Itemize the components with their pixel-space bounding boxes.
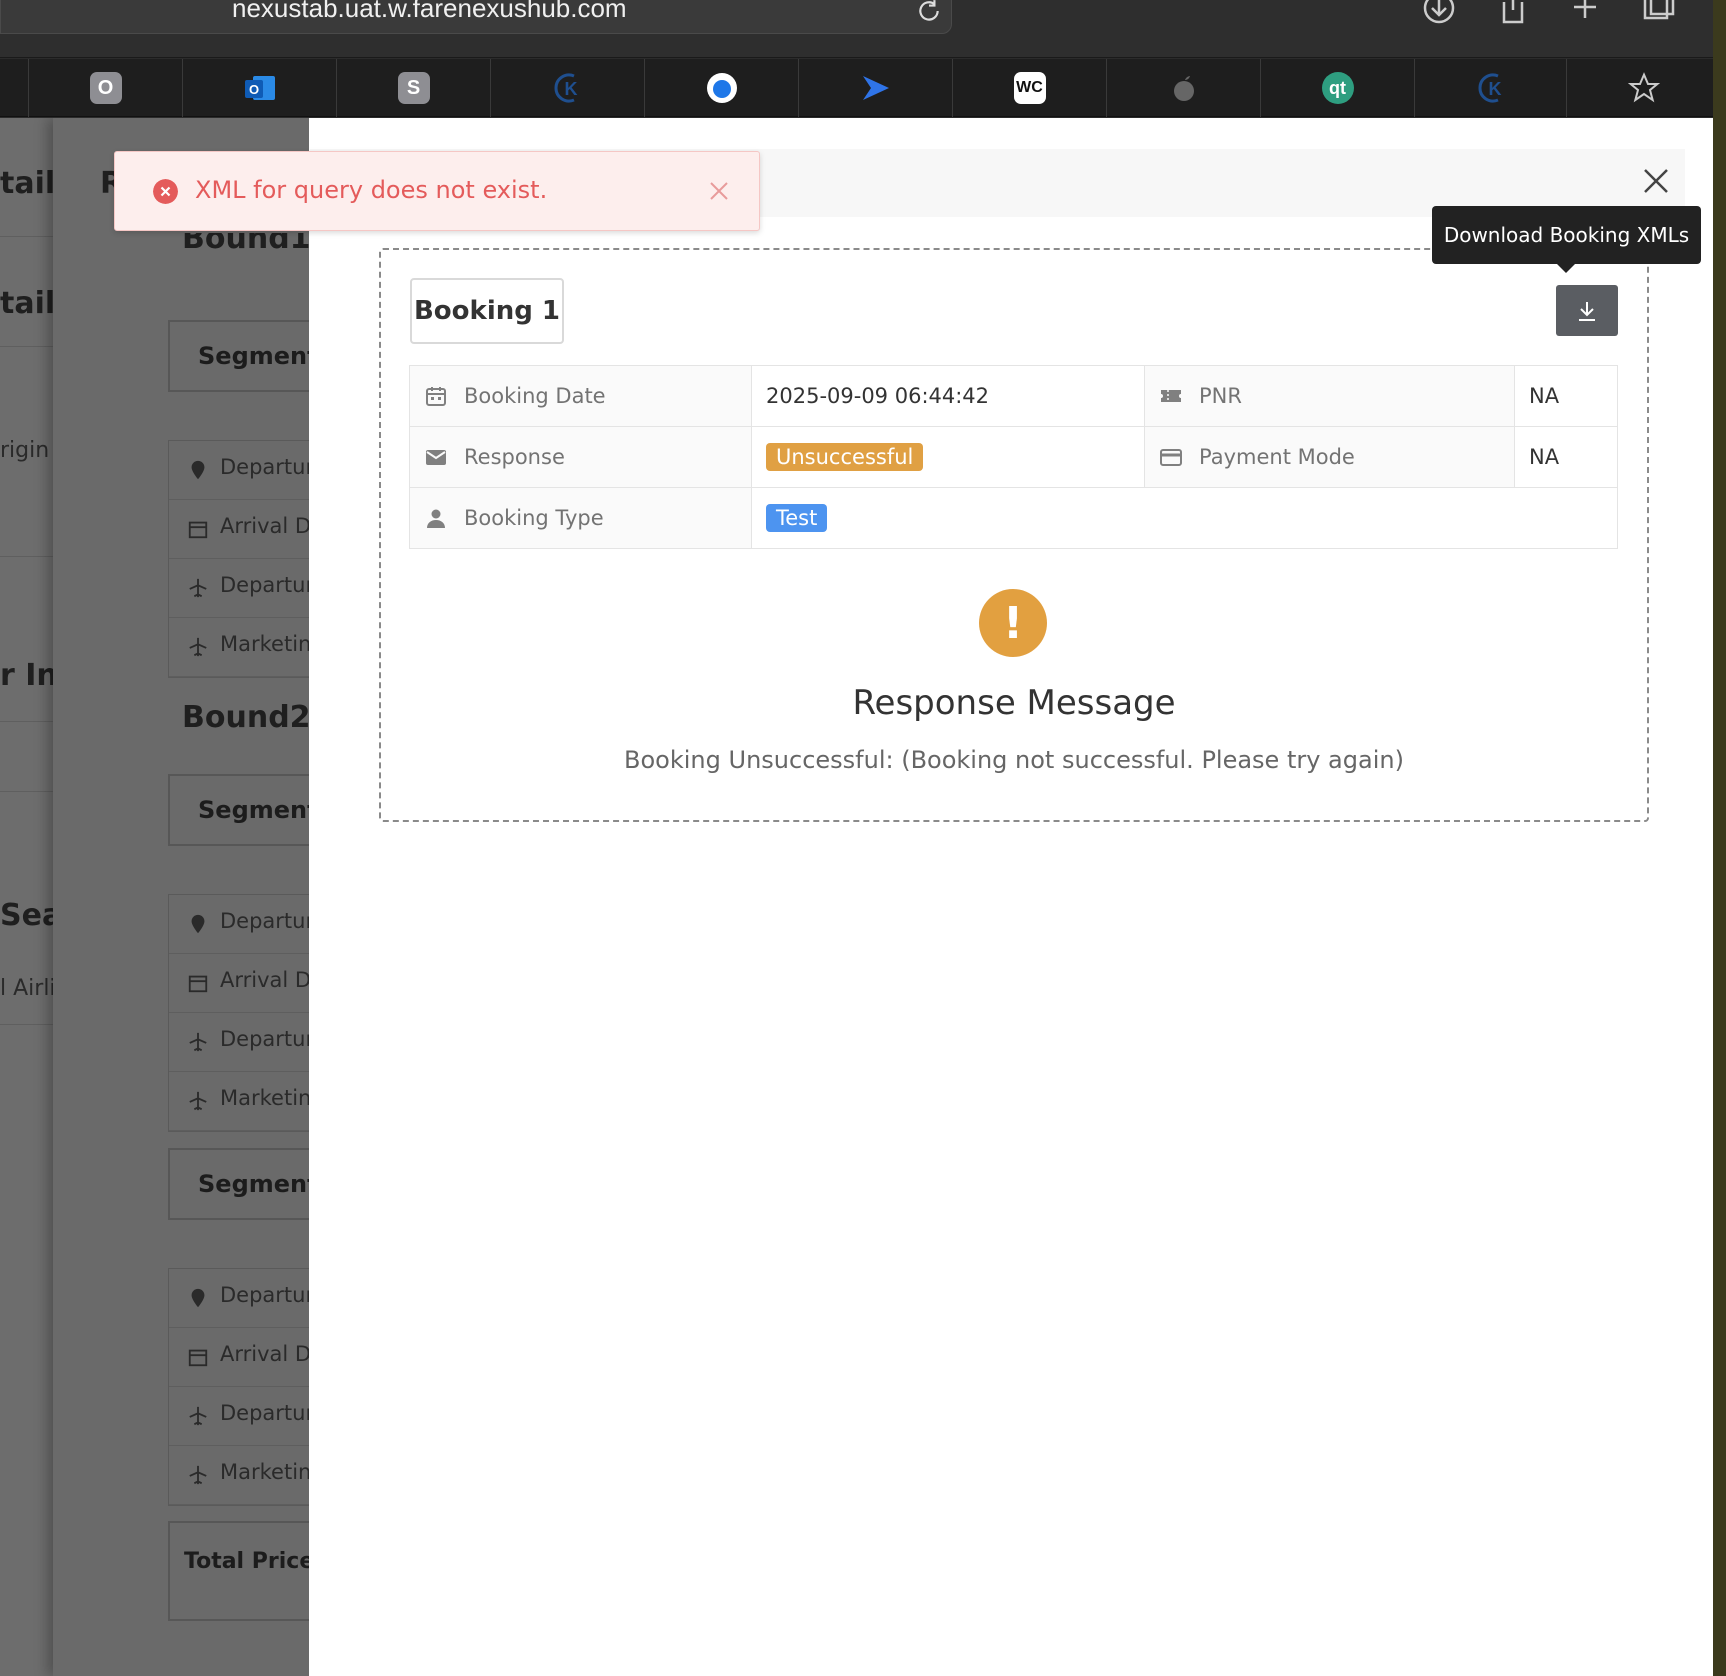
wc-icon: WC [1013, 72, 1046, 104]
k-logo-icon: K [554, 73, 577, 103]
bg-details-list-1: Departure Arrival Da Departure Marketing [168, 440, 310, 678]
favorite-s[interactable]: S [336, 59, 490, 117]
bg-bound2-heading: Bound2: [182, 700, 310, 735]
bg-segment-box-1: Segment [168, 320, 310, 392]
table-row: Response Unsuccessful Payment Mode NA [409, 426, 1618, 488]
pnr-value: NA [1514, 365, 1618, 427]
airplane-icon [189, 1091, 207, 1111]
response-message-text: Booking Unsuccessful: (Booking not succe… [624, 746, 1404, 774]
share-icon[interactable] [1494, 0, 1532, 28]
bg-segment-box-2: Segment [168, 774, 310, 846]
toast-message: XML for query does not exist. [195, 176, 548, 204]
favorite-k-1[interactable]: K [490, 59, 644, 117]
airplane-icon [189, 578, 207, 598]
favorite-k-2[interactable]: K [1414, 59, 1568, 117]
download-booking-xmls-button[interactable] [1556, 285, 1618, 336]
ticket-icon [1161, 390, 1181, 402]
bg-total-price-label: Total Price: [184, 1549, 310, 1574]
favorite-star[interactable] [1566, 59, 1720, 117]
bg-bound1-heading: Bound1: [182, 233, 310, 256]
reload-icon[interactable] [916, 0, 942, 24]
booking-date-value: 2025-09-09 06:44:42 [751, 365, 1145, 427]
close-drawer-icon[interactable] [1641, 166, 1671, 196]
bg-details-list-3: Departure Arrival Da Departure Marketing [168, 1268, 310, 1506]
airplane-icon [189, 637, 207, 657]
booking-type-label: Booking Type [464, 506, 604, 530]
toast-close-icon[interactable] [708, 180, 730, 202]
star-icon [1627, 72, 1660, 103]
new-tab-icon[interactable] [1566, 0, 1604, 28]
favorite-outline[interactable]: O [28, 59, 182, 117]
location-pin-icon [191, 914, 205, 934]
qt-icon: qt [1321, 72, 1354, 104]
credit-card-icon [1160, 449, 1182, 466]
payment-mode-value: NA [1514, 426, 1618, 488]
error-toast: XML for query does not exist. [114, 151, 760, 231]
k-logo-icon: K [1478, 73, 1501, 103]
svg-text:K: K [1488, 79, 1501, 99]
warning-icon: ! [979, 589, 1047, 657]
download-tooltip: Download Booking XMLs [1432, 206, 1701, 273]
booking-date-label: Booking Date [464, 384, 606, 408]
bg-total-price-box: Total Price: [168, 1521, 310, 1621]
downloads-icon[interactable] [1420, 0, 1458, 28]
table-row: Booking Type Test [409, 487, 1618, 549]
background-page: tails tails rigin r In Sear l Airli R Bo… [0, 118, 310, 1676]
favorites-bar: O O S K WC qt K [0, 59, 1726, 117]
booking-info-table: Booking Date 2025-09-09 06:44:42 PNR NA … [409, 365, 1618, 549]
outlook-icon: O [244, 76, 275, 100]
svg-text:O: O [248, 82, 258, 97]
bg-section-info: r In [0, 658, 58, 693]
calendar-icon [426, 387, 446, 406]
table-row: Booking Date 2025-09-09 06:44:42 PNR NA [409, 365, 1618, 427]
tabs-overview-icon[interactable] [1641, 0, 1679, 28]
blue-apple-icon [706, 73, 737, 103]
location-pin-icon [191, 460, 205, 480]
favorite-outlook[interactable]: O [182, 59, 336, 117]
bg-airline-label: l Airli [0, 976, 56, 1001]
download-icon [1579, 301, 1595, 321]
url-text[interactable]: nexustab.uat.w.farenexushub.com [232, 0, 627, 24]
response-message-title: Response Message [852, 683, 1176, 723]
desktop-edge [1713, 0, 1726, 1676]
apple-icon [1173, 76, 1194, 101]
airplane-icon [189, 1465, 207, 1485]
calendar-icon [188, 975, 208, 993]
calendar-icon [188, 1349, 208, 1367]
favorite-flow[interactable] [798, 59, 952, 117]
airplane-icon [189, 1032, 207, 1052]
outline-o-icon: O [89, 72, 122, 104]
s-app-icon: S [397, 72, 430, 104]
bg-details-list-2: Departure Arrival Da Departure Marketing [168, 894, 310, 1132]
calendar-icon [188, 521, 208, 539]
favorite-qt[interactable]: qt [1260, 59, 1414, 117]
browser-toolbar: nexustab.uat.w.farenexushub.com [0, 0, 1726, 58]
person-icon [427, 509, 445, 528]
booking-title-tab[interactable]: Booking 1 [410, 278, 564, 344]
favorite-wc[interactable]: WC [952, 59, 1106, 117]
bg-origin-label: rigin [0, 438, 50, 463]
tooltip-text: Download Booking XMLs [1443, 223, 1690, 247]
bg-segment-box-3: Segment [168, 1148, 310, 1220]
svg-text:K: K [564, 79, 577, 99]
location-pin-icon [191, 1288, 205, 1308]
favorite-blue-apple[interactable] [644, 59, 798, 117]
airplane-icon [189, 1406, 207, 1426]
mail-icon [426, 450, 446, 465]
favorite-apple[interactable] [1106, 59, 1260, 117]
response-status-badge: Unsuccessful [766, 443, 924, 471]
response-label: Response [464, 445, 565, 469]
booking-type-badge: Test [766, 504, 828, 532]
flow-arrow-icon [862, 76, 889, 100]
pnr-label: PNR [1199, 384, 1242, 408]
payment-mode-label: Payment Mode [1199, 445, 1355, 469]
error-circle-icon [153, 179, 178, 204]
